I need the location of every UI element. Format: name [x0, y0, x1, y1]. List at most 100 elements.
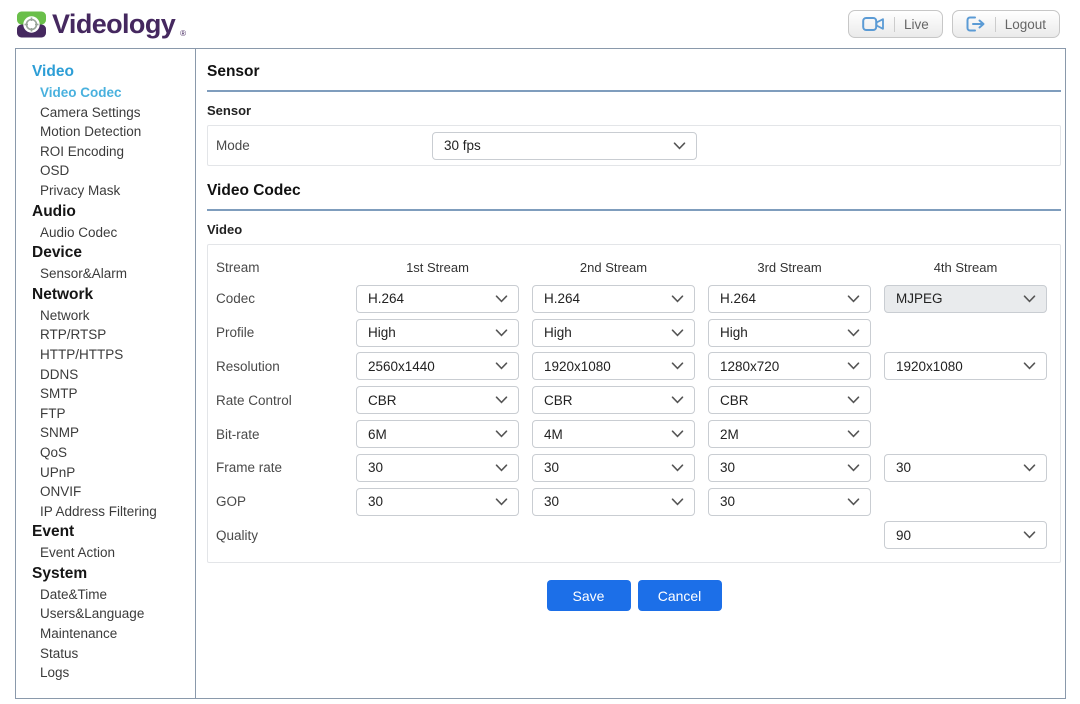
sensor-section-title: Sensor — [207, 63, 1061, 81]
live-button[interactable]: Live — [848, 10, 943, 38]
sidebar-item-date-time[interactable]: Date&Time — [32, 585, 195, 605]
select-value: CBR — [544, 393, 573, 408]
column-header-2nd-stream: 2nd Stream — [532, 260, 708, 275]
row-label: GOP — [216, 494, 356, 509]
table-cell: High — [708, 319, 884, 347]
sidebar-item-snmp[interactable]: SNMP — [32, 423, 195, 443]
sidebar-item-rtp-rtsp[interactable]: RTP/RTSP — [32, 325, 195, 345]
sidebar-section-device[interactable]: Device — [32, 242, 195, 264]
resolution-select-2nd-stream[interactable]: 1920x1080 — [532, 352, 695, 380]
codec-select-4th-stream[interactable]: MJPEG — [884, 285, 1047, 313]
sidebar-item-status[interactable]: Status — [32, 644, 195, 664]
chevron-down-icon — [671, 430, 684, 438]
gop-select-3rd-stream[interactable]: 30 — [708, 488, 871, 516]
row-label: Quality — [216, 528, 356, 543]
profile-select-1st-stream[interactable]: High — [356, 319, 519, 347]
sidebar-item-motion-detection[interactable]: Motion Detection — [32, 122, 195, 142]
sidebar-item-users-language[interactable]: Users&Language — [32, 604, 195, 624]
frame-rate-select-1st-stream[interactable]: 30 — [356, 454, 519, 482]
table-cell: 2560x1440 — [356, 352, 532, 380]
rate-control-select-2nd-stream[interactable]: CBR — [532, 386, 695, 414]
sidebar-section-network[interactable]: Network — [32, 284, 195, 306]
cancel-button[interactable]: Cancel — [638, 580, 722, 611]
bit-rate-select-1st-stream[interactable]: 6M — [356, 420, 519, 448]
sidebar-item-maintenance[interactable]: Maintenance — [32, 624, 195, 644]
live-button-label: Live — [904, 17, 929, 32]
select-value: 2560x1440 — [368, 359, 435, 374]
main-panel: Sensor Sensor Mode 30 fps Video Codec Vi… — [196, 49, 1073, 698]
sensor-subsection-title: Sensor — [207, 103, 1061, 118]
frame-rate-select-3rd-stream[interactable]: 30 — [708, 454, 871, 482]
chevron-down-icon — [671, 396, 684, 404]
sidebar-item-qos[interactable]: QoS — [32, 443, 195, 463]
sidebar-item-osd[interactable]: OSD — [32, 161, 195, 181]
rate-control-select-3rd-stream[interactable]: CBR — [708, 386, 871, 414]
select-value: High — [720, 325, 748, 340]
chevron-down-icon — [847, 362, 860, 370]
sidebar-item-roi-encoding[interactable]: ROI Encoding — [32, 142, 195, 162]
codec-select-2nd-stream[interactable]: H.264 — [532, 285, 695, 313]
sidebar-item-upnp[interactable]: UPnP — [32, 463, 195, 483]
resolution-select-3rd-stream[interactable]: 1280x720 — [708, 352, 871, 380]
sidebar-item-network[interactable]: Network — [32, 306, 195, 326]
sidebar-item-smtp[interactable]: SMTP — [32, 384, 195, 404]
sidebar-item-http-https[interactable]: HTTP/HTTPS — [32, 345, 195, 365]
bit-rate-select-2nd-stream[interactable]: 4M — [532, 420, 695, 448]
profile-select-3rd-stream[interactable]: High — [708, 319, 871, 347]
sidebar-item-ip-address-filtering[interactable]: IP Address Filtering — [32, 502, 195, 522]
resolution-select-1st-stream[interactable]: 2560x1440 — [356, 352, 519, 380]
column-header-4th-stream: 4th Stream — [884, 260, 1060, 275]
quality-select-4th-stream[interactable]: 90 — [884, 521, 1047, 549]
codec-select-3rd-stream[interactable]: H.264 — [708, 285, 871, 313]
sidebar-item-video-codec[interactable]: Video Codec — [32, 83, 195, 103]
video-codec-section-title: Video Codec — [207, 182, 1061, 200]
row-label: Rate Control — [216, 393, 356, 408]
table-cell: 30 — [708, 454, 884, 482]
sidebar-item-sensor-alarm[interactable]: Sensor&Alarm — [32, 264, 195, 284]
table-cell: High — [356, 319, 532, 347]
logout-button[interactable]: Logout — [952, 10, 1060, 38]
table-cell: CBR — [532, 386, 708, 414]
sidebar-item-audio-codec[interactable]: Audio Codec — [32, 223, 195, 243]
sensor-mode-select[interactable]: 30 fps — [432, 132, 697, 160]
chevron-down-icon — [1023, 362, 1036, 370]
codec-select-1st-stream[interactable]: H.264 — [356, 285, 519, 313]
gop-select-2nd-stream[interactable]: 30 — [532, 488, 695, 516]
select-value: 30 — [544, 460, 559, 475]
sidebar-item-logs[interactable]: Logs — [32, 663, 195, 683]
rate-control-select-1st-stream[interactable]: CBR — [356, 386, 519, 414]
select-value: 1920x1080 — [896, 359, 963, 374]
bit-rate-select-3rd-stream[interactable]: 2M — [708, 420, 871, 448]
sidebar-item-ddns[interactable]: DDNS — [32, 365, 195, 385]
sidebar-item-ftp[interactable]: FTP — [32, 404, 195, 424]
button-divider — [894, 17, 895, 32]
sidebar-section-system[interactable]: System — [32, 563, 195, 585]
select-value: H.264 — [368, 291, 404, 306]
sidebar-section-video[interactable]: Video — [32, 61, 195, 83]
frame-rate-select-2nd-stream[interactable]: 30 — [532, 454, 695, 482]
table-cell: CBR — [356, 386, 532, 414]
sidebar-section-audio[interactable]: Audio — [32, 201, 195, 223]
sidebar-item-camera-settings[interactable]: Camera Settings — [32, 103, 195, 123]
chevron-down-icon — [671, 498, 684, 506]
profile-select-2nd-stream[interactable]: High — [532, 319, 695, 347]
select-value: 2M — [720, 427, 739, 442]
chevron-down-icon — [673, 142, 686, 150]
chevron-down-icon — [671, 295, 684, 303]
video-codec-table: Stream 1st Stream 2nd Stream 3rd Stream … — [207, 244, 1061, 563]
table-row-resolution: Resolution2560x14401920x10801280x7201920… — [216, 350, 1060, 384]
section-divider — [207, 90, 1061, 92]
gop-select-1st-stream[interactable]: 30 — [356, 488, 519, 516]
chevron-down-icon — [671, 362, 684, 370]
logout-icon — [966, 16, 986, 32]
sidebar-item-onvif[interactable]: ONVIF — [32, 482, 195, 502]
save-button[interactable]: Save — [547, 580, 631, 611]
select-value: 1280x720 — [720, 359, 779, 374]
sidebar-item-privacy-mask[interactable]: Privacy Mask — [32, 181, 195, 201]
select-value: CBR — [720, 393, 749, 408]
topbar: Videology ® Live Logout — [0, 0, 1080, 48]
resolution-select-4th-stream[interactable]: 1920x1080 — [884, 352, 1047, 380]
frame-rate-select-4th-stream[interactable]: 30 — [884, 454, 1047, 482]
sidebar-section-event[interactable]: Event — [32, 521, 195, 543]
sidebar-item-event-action[interactable]: Event Action — [32, 543, 195, 563]
